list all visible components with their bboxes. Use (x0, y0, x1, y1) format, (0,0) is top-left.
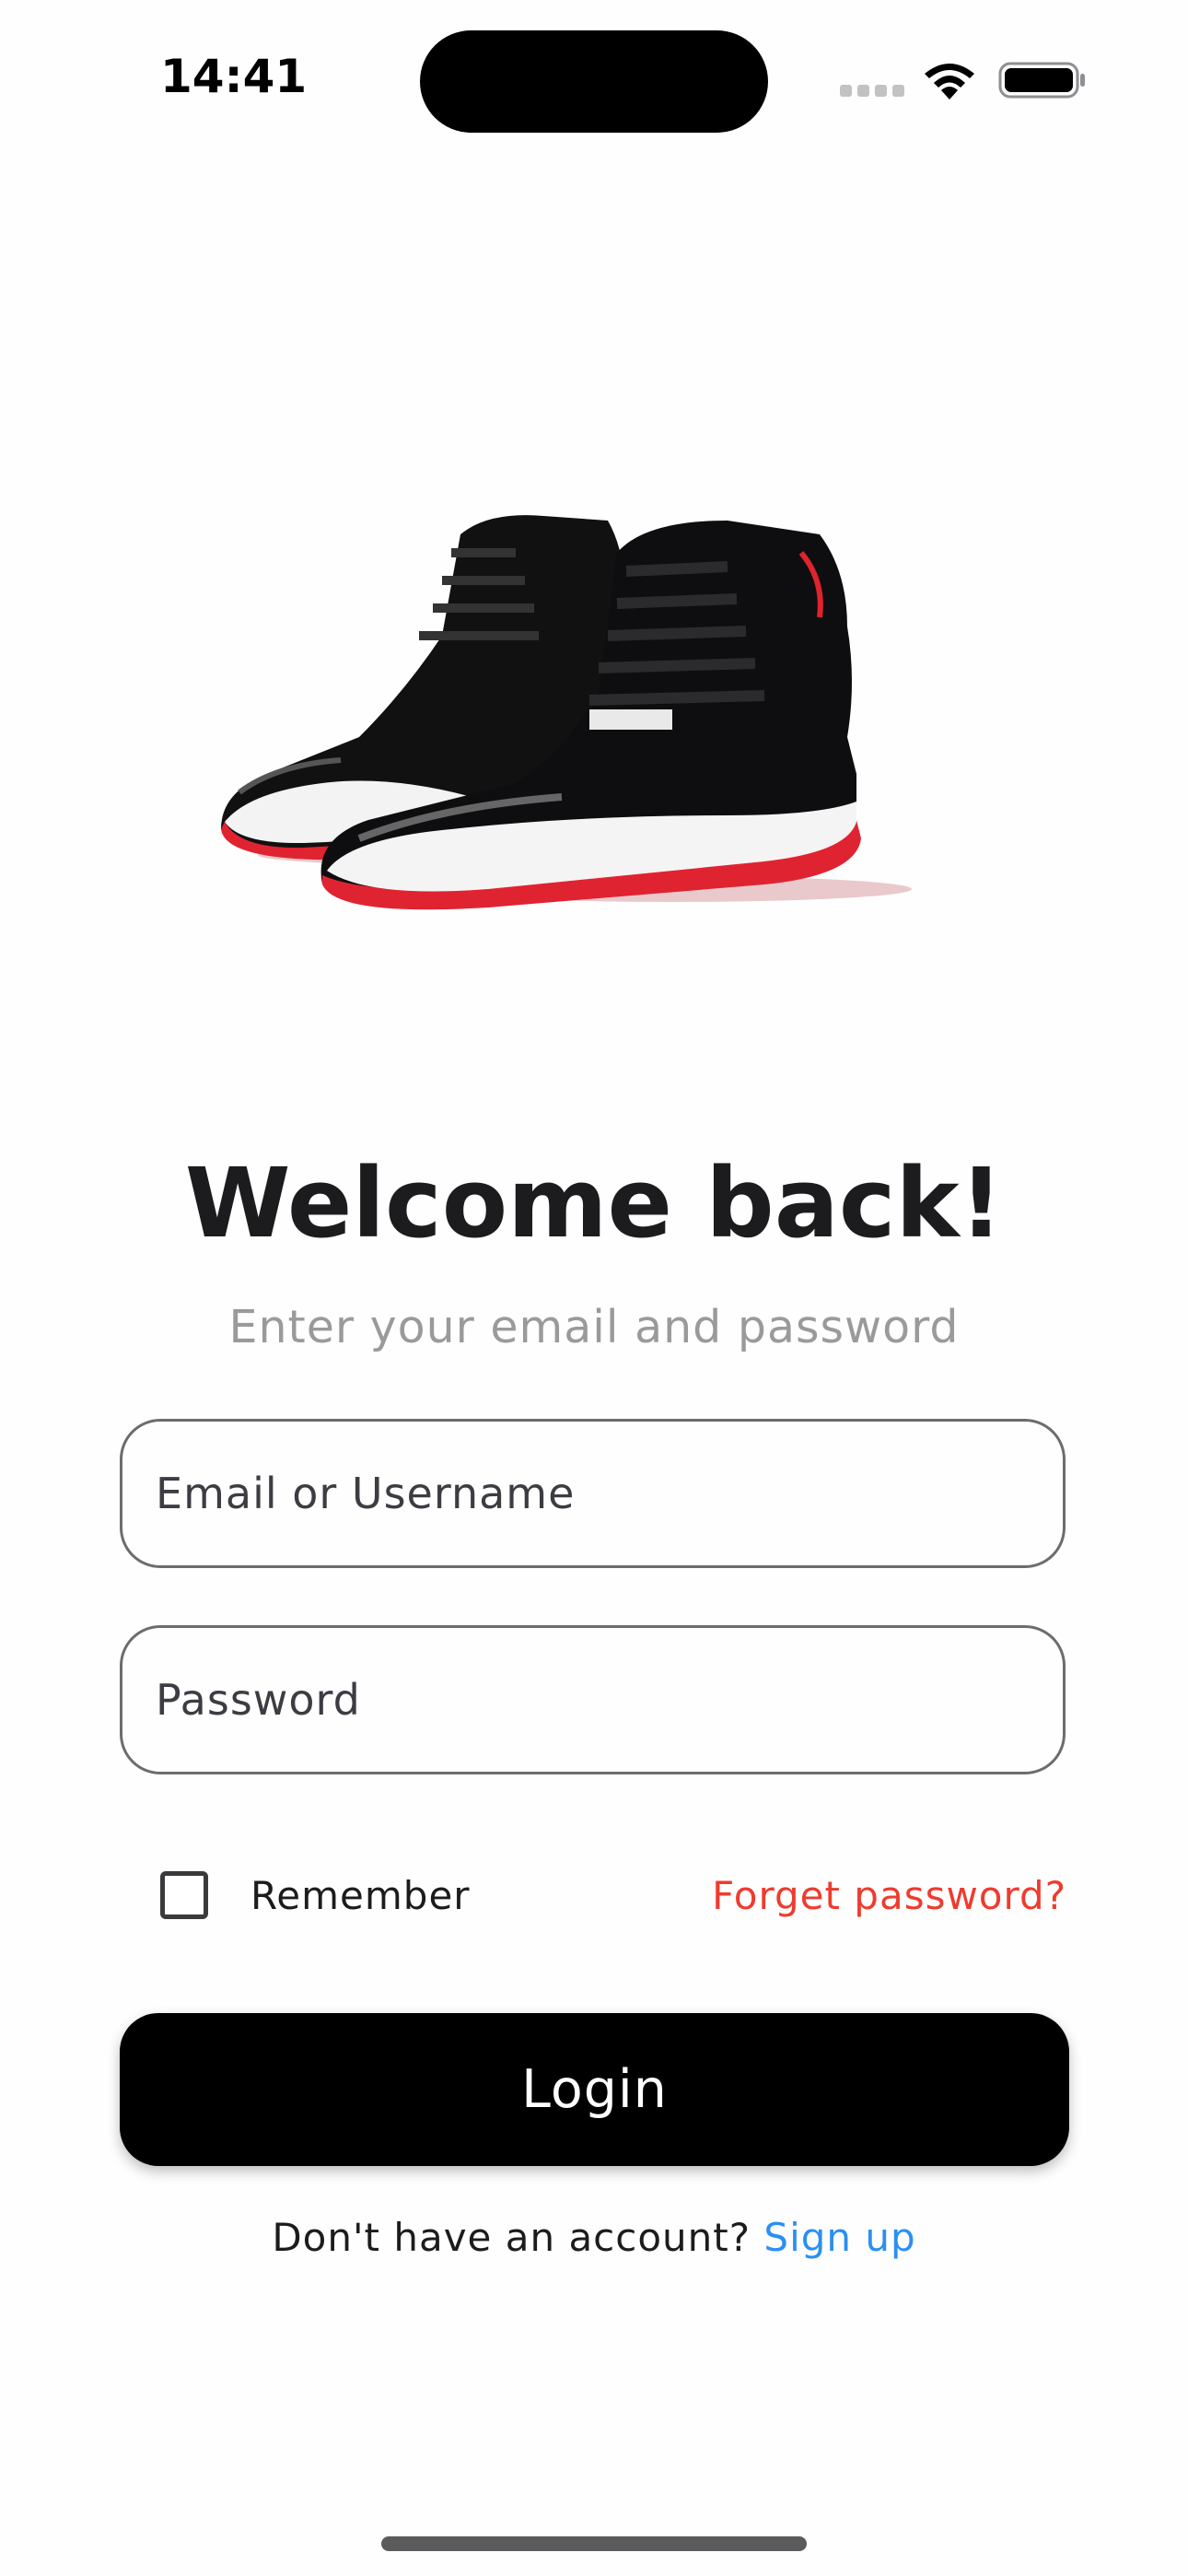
status-bar-time: 14:41 (160, 50, 308, 103)
dynamic-island (420, 30, 768, 133)
login-button[interactable]: Login (120, 2013, 1069, 2166)
signup-prompt: Don't have an account? (272, 2215, 764, 2260)
battery-icon (998, 62, 1085, 99)
login-screen: 14:41 Welcome back! Enter your email and… (0, 0, 1188, 2576)
page-title: Welcome back! (184, 1147, 1004, 1259)
wifi-icon (925, 64, 974, 100)
sneaker-image (221, 515, 912, 910)
password-field[interactable] (120, 1625, 1066, 1774)
cellular-signal-icon (840, 85, 906, 98)
forgot-password-link[interactable]: Forget password? (712, 1873, 1066, 1918)
email-field[interactable] (120, 1419, 1066, 1568)
home-indicator (381, 2536, 807, 2551)
remember-checkbox[interactable] (160, 1871, 208, 1919)
remember-label[interactable]: Remember (250, 1873, 471, 1918)
signup-row: Don't have an account? Sign up (0, 2215, 1188, 2260)
page-subtitle: Enter your email and password (228, 1301, 960, 1353)
signup-link[interactable]: Sign up (763, 2215, 915, 2260)
